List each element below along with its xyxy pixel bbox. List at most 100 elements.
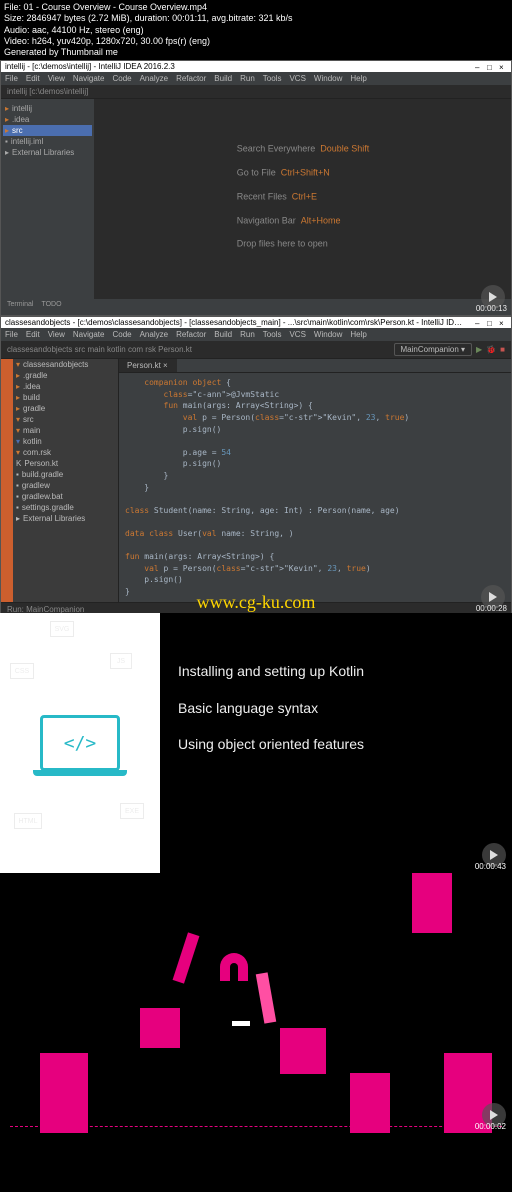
slide-kotlin-intro: SVG CSS HTML JS EXE </> Installing and s… — [0, 613, 512, 873]
tree-item: ▾main — [13, 425, 118, 436]
tool-window-stripe[interactable] — [1, 359, 13, 601]
menu-item[interactable]: Navigate — [73, 330, 105, 339]
tip-label: Drop files here to open — [237, 239, 328, 249]
folder-icon: ▾ — [16, 437, 20, 446]
tip-shortcut: Ctrl+E — [292, 191, 317, 201]
menu-item[interactable]: Code — [112, 330, 131, 339]
menu-item[interactable]: VCS — [289, 330, 305, 339]
shape-arc — [220, 953, 248, 981]
breadcrumb-text: intellij [c:\demos\intellij] — [7, 87, 88, 96]
project-tree[interactable]: ▾classesandobjects ▸.gradle ▸.idea ▸buil… — [13, 359, 119, 601]
editor-empty[interactable]: Search Everywhere Double Shift Go to Fil… — [95, 99, 511, 299]
menu-item[interactable]: VCS — [289, 74, 305, 83]
tool-tab[interactable]: TODO — [41, 301, 61, 308]
stop-icon[interactable]: ■ — [500, 345, 505, 354]
timestamp: 00:00:13 — [476, 304, 507, 313]
menu-item[interactable]: Tools — [263, 74, 282, 83]
folder-icon: ▸ — [16, 393, 20, 402]
tree-item-selected: ▸src — [3, 125, 92, 136]
tip-label: Search Everywhere — [237, 144, 316, 154]
tree-item: ▪build.gradle — [13, 469, 118, 480]
maximize-icon[interactable]: □ — [487, 63, 495, 71]
tree-item: ▸External Libraries — [13, 513, 118, 524]
tip-shortcut: Ctrl+Shift+N — [281, 168, 330, 178]
shape-block — [412, 873, 452, 933]
menu-item[interactable]: Code — [112, 74, 131, 83]
menu-item[interactable]: Refactor — [176, 74, 206, 83]
menu-item[interactable]: View — [48, 330, 65, 339]
close-icon[interactable]: × — [499, 319, 507, 327]
library-icon: ▸ — [16, 514, 20, 523]
menu-item[interactable]: Help — [350, 74, 366, 83]
menu-item[interactable]: Build — [214, 74, 232, 83]
tree-item: ▪gradlew.bat — [13, 491, 118, 502]
menu-item[interactable]: Refactor — [176, 330, 206, 339]
menu-item[interactable]: Tools — [263, 330, 282, 339]
menu-item[interactable]: Help — [350, 330, 366, 339]
window-titlebar: intellij - [c:\demos\intellij] - Intelli… — [1, 61, 511, 72]
debug-icon[interactable]: 🐞 — [486, 345, 496, 354]
breadcrumb-text: classesandobjects src main kotlin com rs… — [7, 345, 192, 354]
minimize-icon[interactable]: – — [475, 319, 483, 327]
tip-label: Navigation Bar — [237, 215, 296, 225]
menu-item[interactable]: Run — [240, 74, 255, 83]
laptop-screen-text: </> — [49, 724, 111, 762]
file-icon: ▪ — [16, 503, 19, 512]
folder-icon: ▸ — [5, 115, 9, 124]
minimize-icon[interactable]: – — [475, 63, 483, 71]
meta-line: File: 01 - Course Overview - Course Over… — [4, 2, 508, 13]
kotlin-file-icon: K — [16, 459, 21, 468]
menu-item[interactable]: Edit — [26, 74, 40, 83]
folder-icon: ▸ — [16, 382, 20, 391]
breadcrumb: classesandobjects src main kotlin com rs… — [1, 341, 511, 359]
tree-item: ▾com.rsk — [13, 447, 118, 458]
close-icon[interactable]: × — [499, 63, 507, 71]
shape-block — [350, 1073, 390, 1133]
code-editor[interactable]: companion object { class="c-ann">@JvmSta… — [119, 373, 511, 601]
menu-item[interactable]: Build — [214, 330, 232, 339]
maximize-icon[interactable]: □ — [487, 319, 495, 327]
menu-item[interactable]: File — [5, 330, 18, 339]
folder-icon: ▸ — [5, 104, 9, 113]
tree-item: ▸.idea — [13, 381, 118, 392]
meta-line: Generated by Thumbnail me — [4, 47, 508, 58]
file-icon: ▪ — [5, 137, 8, 146]
editor-tab[interactable]: Person.kt × — [119, 359, 177, 372]
tree-item: ▸.idea — [3, 114, 92, 125]
tree-item: ▸build — [13, 392, 118, 403]
meta-line: Size: 2846947 bytes (2.72 MiB), duration… — [4, 13, 508, 24]
file-metadata: File: 01 - Course Overview - Course Over… — [0, 0, 512, 60]
menu-item[interactable]: Window — [314, 330, 342, 339]
menubar: File Edit View Navigate Code Analyze Ref… — [1, 328, 511, 341]
tree-item-selected: KPerson.kt — [13, 458, 118, 469]
bullet: Using object oriented features — [178, 726, 494, 762]
run-config-area: MainCompanion ▾ ▶ 🐞 ■ — [394, 343, 505, 356]
project-tree[interactable]: ▸intellij ▸.idea ▸src ▪intellij.iml ▸Ext… — [1, 99, 95, 299]
menu-item[interactable]: Analyze — [140, 74, 168, 83]
pattern-icon: HTML — [14, 813, 42, 829]
shape-block — [140, 1008, 180, 1048]
tree-item: ▪intellij.iml — [3, 136, 92, 147]
tool-tab[interactable]: Terminal — [7, 301, 33, 308]
menu-item[interactable]: Navigate — [73, 74, 105, 83]
file-icon: ▪ — [16, 470, 19, 479]
pattern-icon: JS — [110, 653, 132, 669]
editor-tips: Search Everywhere Double Shift Go to Fil… — [237, 140, 370, 259]
shape-block — [280, 1028, 326, 1074]
menu-item[interactable]: View — [48, 74, 65, 83]
menu-item[interactable]: Edit — [26, 330, 40, 339]
menu-item[interactable]: File — [5, 74, 18, 83]
tree-item: ▸External Libraries — [3, 147, 92, 158]
run-config-select[interactable]: MainCompanion ▾ — [394, 343, 473, 356]
cursor-shape — [232, 1021, 250, 1026]
window-title: intellij - [c:\demos\intellij] - Intelli… — [5, 62, 175, 71]
menu-item[interactable]: Run — [240, 330, 255, 339]
menu-item[interactable]: Window — [314, 74, 342, 83]
folder-icon: ▾ — [16, 415, 20, 424]
run-icon[interactable]: ▶ — [476, 345, 482, 354]
ide-window-empty: intellij - [c:\demos\intellij] - Intelli… — [0, 60, 512, 316]
menu-item[interactable]: Analyze — [140, 330, 168, 339]
folder-icon: ▸ — [16, 371, 20, 380]
tree-item: ▾classesandobjects — [13, 359, 118, 370]
slide-abstract-animation: 00:00:02 — [0, 873, 512, 1133]
